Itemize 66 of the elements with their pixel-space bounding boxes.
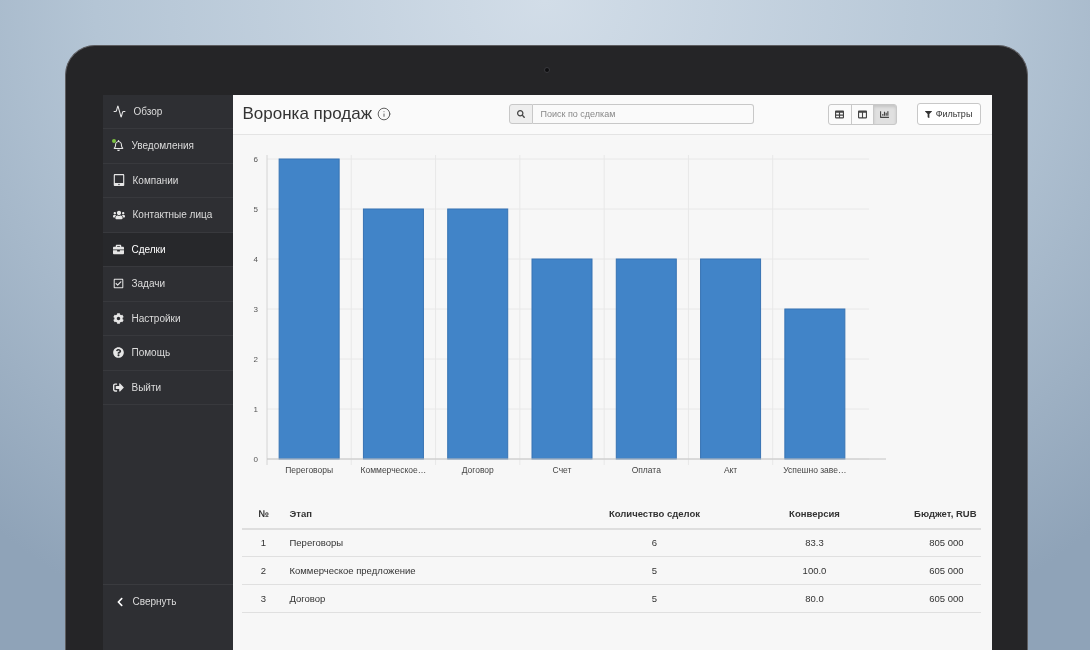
pulse-icon (112, 104, 126, 118)
column-header: Количество сделок (585, 498, 724, 529)
view-toggle-button[interactable] (828, 103, 852, 125)
search-field[interactable]: Поиск по сделкам (532, 104, 754, 124)
x-axis-label: Акт (723, 464, 737, 475)
table-cell: 1 (241, 528, 286, 557)
table-cell: Договор (285, 584, 586, 613)
table-cell: Переговоры (285, 528, 586, 557)
briefcase-icon (112, 243, 124, 255)
table-cell: 3 (241, 584, 286, 613)
view-toggle-button[interactable] (873, 103, 897, 125)
nav-item[interactable]: Уведомления (102, 129, 233, 164)
nav-item[interactable]: Настройки (102, 301, 233, 336)
x-axis-label: Договор (461, 464, 494, 475)
x-axis-label: Коммерческое… (360, 464, 426, 475)
table-cell: 100.0 (723, 556, 906, 585)
nav-item[interactable]: Контактные лица (102, 198, 233, 233)
nav-item[interactable]: Помощь (102, 336, 233, 371)
nav-item[interactable]: Компании (102, 163, 233, 198)
table-cell: 5 (585, 556, 724, 585)
tablet-icon (112, 174, 125, 187)
table-cell: Коммерческое предложение (285, 556, 586, 585)
column-header: Бюджет, RUB (905, 498, 981, 529)
x-axis-label: Переговоры (284, 464, 333, 475)
search-button[interactable] (508, 104, 533, 124)
y-axis-label: 5 (253, 204, 258, 214)
search-icon (516, 110, 525, 118)
page-title: Воронка продаж (242, 104, 373, 124)
y-axis-label: 1 (253, 404, 258, 414)
column-header: Конверсия (723, 498, 906, 529)
nav-item[interactable]: Задачи (102, 267, 233, 302)
y-axis-label: 0 (253, 454, 258, 464)
nav-item[interactable]: Выйти (102, 370, 233, 405)
checkbox-icon (112, 278, 124, 290)
camera-icon (544, 67, 550, 74)
x-axis-label: Успешно заве… (782, 464, 846, 475)
y-axis-label: 6 (253, 154, 258, 164)
columns-icon (857, 109, 867, 119)
collapse-button[interactable]: Свернуть (102, 584, 233, 618)
table-cell: 80.0 (723, 584, 906, 613)
x-axis-label: Счет (552, 464, 571, 475)
nav-item[interactable]: Сделки (102, 232, 233, 267)
column-header: Этап (285, 498, 586, 529)
filter-icon (924, 110, 932, 118)
x-axis-label: Оплата (631, 464, 661, 475)
filter-button[interactable]: Фильтры (916, 103, 981, 125)
table-cell: 6 (585, 528, 724, 557)
table-cell: 805 000 (905, 528, 981, 557)
y-axis-label: 4 (253, 254, 258, 264)
settings-icon (112, 312, 124, 324)
view-toggle-button[interactable] (850, 103, 874, 125)
table-cell: 605 000 (905, 556, 981, 585)
y-axis-label: 3 (253, 304, 258, 314)
y-axis-label: 2 (253, 354, 258, 364)
table-cell: 605 000 (905, 584, 981, 613)
logout-icon (112, 381, 124, 393)
info-icon[interactable] (377, 107, 392, 121)
help-icon (112, 347, 124, 359)
bar-chart-icon (880, 109, 890, 119)
column-header: № (241, 498, 286, 529)
table-cell: 2 (241, 556, 286, 585)
table-icon (835, 109, 845, 119)
table-cell: 83.3 (723, 528, 906, 557)
users-icon (112, 208, 125, 221)
nav-item[interactable]: Обзор (102, 94, 233, 129)
table-cell: 5 (585, 584, 724, 613)
